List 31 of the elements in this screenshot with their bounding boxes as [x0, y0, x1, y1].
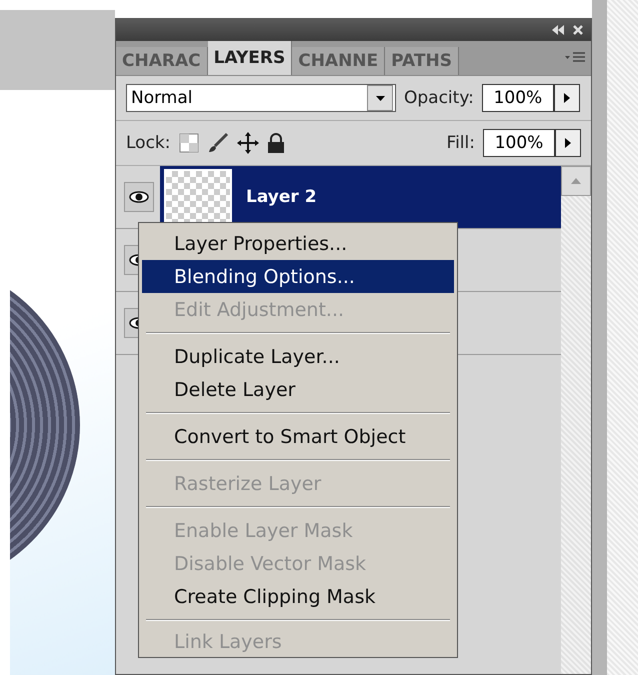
move-icon[interactable] — [236, 132, 258, 154]
arrow-right-icon — [565, 138, 571, 148]
opacity-field[interactable]: 100% — [482, 84, 554, 112]
layer-row[interactable]: Layer 2 — [160, 166, 561, 228]
lock-label: Lock: — [126, 133, 170, 153]
arrow-up-icon — [571, 178, 581, 184]
fill-label: Fill: — [446, 133, 475, 153]
lock-transparency-icon[interactable] — [178, 133, 198, 153]
close-icon[interactable] — [573, 25, 583, 35]
menu-item[interactable]: Delete Layer — [142, 373, 454, 406]
fill-arrow-button[interactable] — [555, 129, 581, 157]
visibility-toggle[interactable] — [124, 182, 154, 212]
menu-item[interactable]: Blending Options... — [142, 260, 454, 293]
arrow-right-icon — [564, 93, 570, 103]
fill-field[interactable]: 100% — [483, 129, 555, 157]
opacity-arrow-button[interactable] — [554, 84, 580, 112]
eye-icon — [129, 191, 149, 203]
menu-item[interactable]: Create Clipping Mask — [142, 580, 454, 613]
blend-mode-dropdown[interactable]: Normal — [126, 84, 396, 112]
opacity-label: Opacity: — [404, 88, 474, 108]
scrollbar[interactable] — [561, 166, 591, 674]
collapse-icon[interactable] — [551, 25, 565, 35]
caret-icon — [376, 96, 384, 100]
menu-icon[interactable] — [565, 51, 585, 65]
lock-icon[interactable] — [266, 133, 284, 153]
brush-icon[interactable] — [206, 132, 228, 154]
menu-item[interactable]: Duplicate Layer... — [142, 340, 454, 373]
menu-item[interactable]: Convert to Smart Object — [142, 420, 454, 453]
layer-thumbnail — [164, 169, 232, 225]
menu-item[interactable]: Layer Properties... — [142, 227, 454, 260]
panel-tab[interactable]: LAYERS — [208, 41, 292, 75]
